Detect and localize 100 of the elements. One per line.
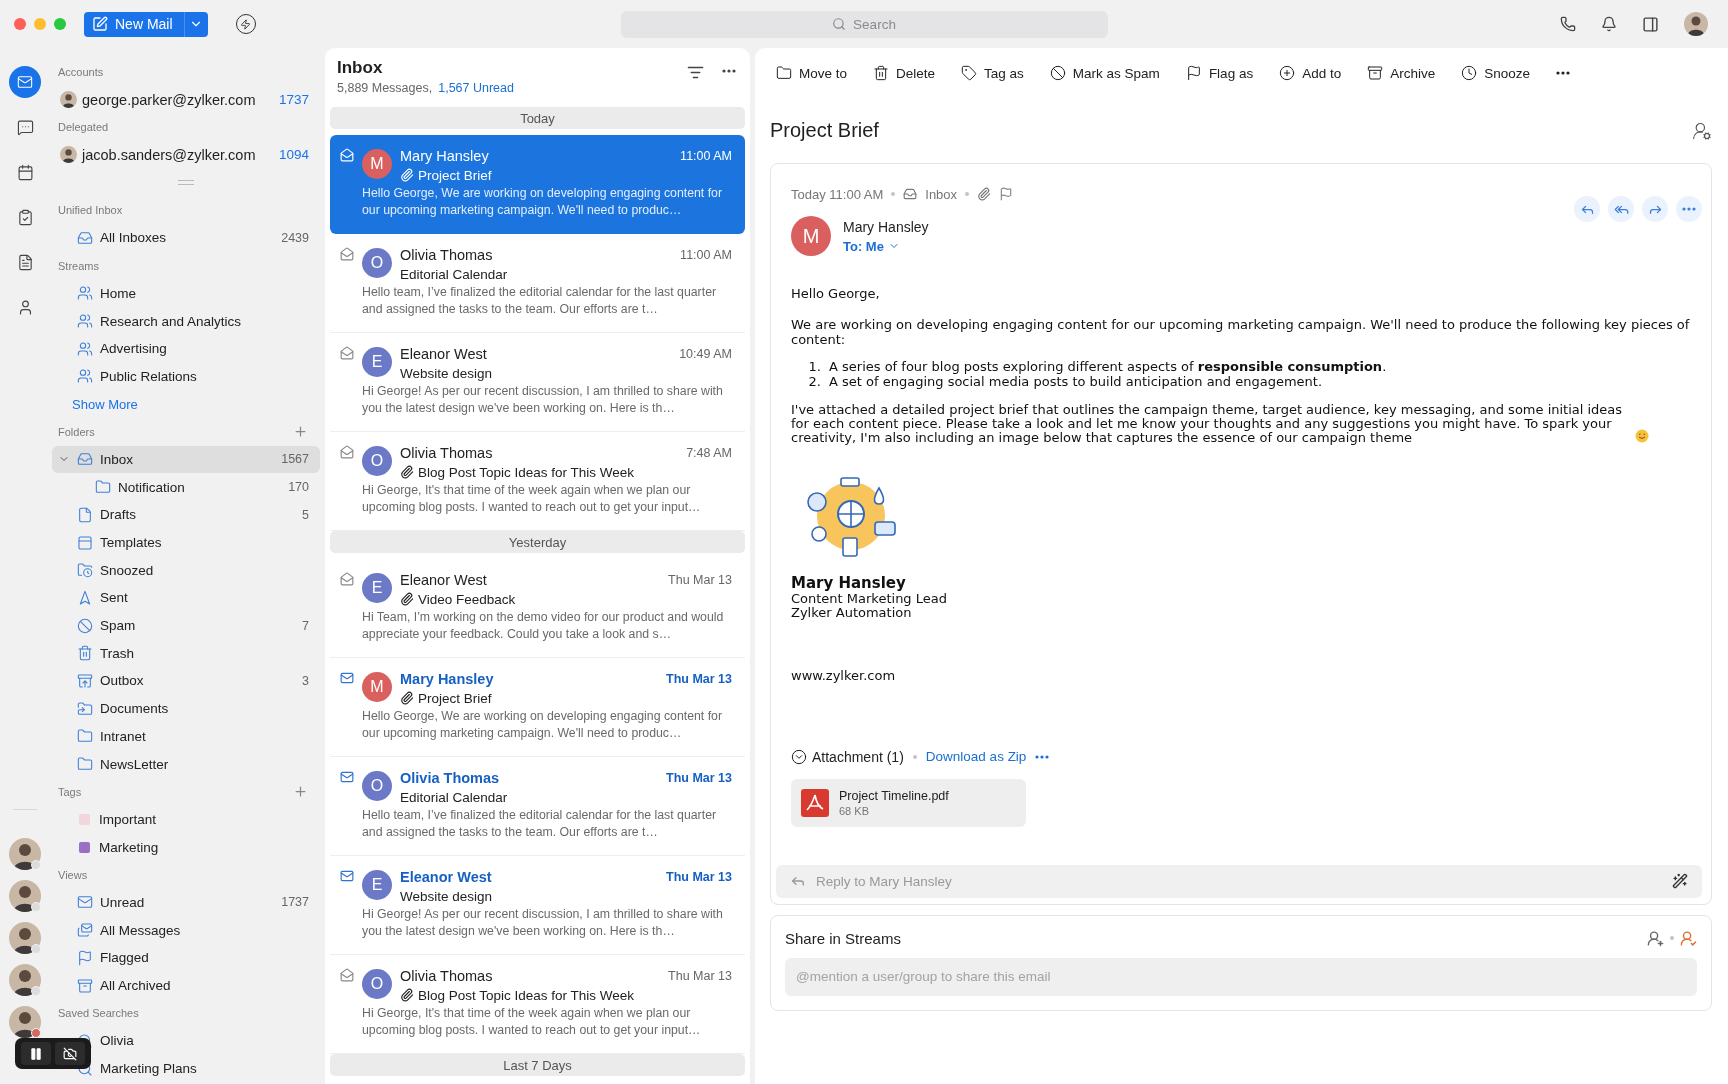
magic-wand-icon[interactable] <box>1672 873 1688 890</box>
reply-all-button[interactable] <box>1608 196 1634 222</box>
clock-icon <box>1461 65 1478 81</box>
nav-item[interactable]: Advertising <box>52 334 320 363</box>
camera-off-button[interactable] <box>55 1042 85 1065</box>
nav-item[interactable]: Sent <box>52 584 320 612</box>
more-button[interactable] <box>1556 71 1570 75</box>
toolbar-button[interactable]: Delete <box>873 65 936 81</box>
item-count: 3 <box>302 673 309 688</box>
side-panel-icon[interactable] <box>1642 15 1659 33</box>
close-window-button[interactable] <box>14 18 26 30</box>
section-heading: Delegated <box>57 121 110 134</box>
nav-item[interactable]: Drafts 5 <box>52 501 320 529</box>
nav-item[interactable]: NewsLetter <box>52 750 320 778</box>
item-count: 1567 <box>281 452 309 467</box>
avatar[interactable] <box>9 838 41 870</box>
section-heading: Unified Inbox <box>57 204 124 217</box>
list-number: 2. <box>807 374 821 390</box>
toolbar-button[interactable]: Archive <box>1367 65 1436 81</box>
nav-item[interactable]: Important <box>52 805 320 834</box>
toolbar-button[interactable]: Move to <box>776 65 848 81</box>
filter-icon <box>687 64 704 81</box>
toolbar-button[interactable]: Snooze <box>1461 65 1530 81</box>
add-button[interactable] <box>293 424 308 440</box>
avatar[interactable] <box>1684 12 1708 36</box>
new-mail-button[interactable]: New Mail <box>84 11 184 37</box>
message-preview: Hello George, We are working on developing engaging content for our upcoming marketing campaign. We'll need to produc… <box>362 185 724 219</box>
item-count: 170 <box>288 480 309 495</box>
item-count: 5 <box>302 507 309 522</box>
list-number: 1. <box>807 359 821 375</box>
unread-link[interactable]: 1,567 Unread <box>438 81 514 95</box>
nav-item[interactable]: Snoozed <box>52 556 320 585</box>
add-button[interactable] <box>293 784 308 800</box>
attachment-card[interactable]: Project Timeline.pdf 68 KB <box>791 778 1026 827</box>
nav-item[interactable]: Unread 1737 <box>52 888 320 917</box>
mention-field[interactable]: @mention a user/group to share this email <box>785 957 1697 996</box>
phone-icon[interactable] <box>1560 16 1576 32</box>
message-subject: Project Brief <box>418 167 492 183</box>
pause-button[interactable] <box>21 1042 51 1065</box>
user-check-icon[interactable] <box>1680 929 1697 947</box>
signature-title: Content Marketing Lead <box>791 592 948 606</box>
nav-item[interactable]: All Inboxes 2439 <box>52 224 320 252</box>
sender-name: Mary Hansley <box>400 147 489 164</box>
paragraph: I've attached a detailed project brief that outlines the campaign theme, target audience, key messaging, and some initial ideas for each content piece. Please take a look and let me know your thoughts and any suggestions you might have. To spark your creativity, I'm also including an image below that captures the essence of our campaign theme <box>791 403 1624 445</box>
flag-icon[interactable] <box>999 187 1014 201</box>
drag-handle-icon[interactable] <box>178 180 194 186</box>
nav-item[interactable]: Intranet <box>52 722 320 751</box>
avatar[interactable] <box>9 922 41 954</box>
nav-item[interactable]: Notification 170 <box>52 473 320 501</box>
nav-item[interactable]: Templates <box>52 528 320 557</box>
message-item[interactable]: M Mary Hansley 11:00 AM Project Brief Hello George, We are working on developing engaging content for our upcoming marketing campaign. We'll need to produc… <box>330 135 745 234</box>
spam-icon <box>77 617 93 634</box>
reply-button[interactable] <box>1574 196 1600 222</box>
reply-placeholder: Reply to Mary Hansley <box>816 873 952 889</box>
bell-icon[interactable] <box>1601 16 1617 32</box>
tag-icon <box>961 65 978 81</box>
file-name: Project Timeline.pdf <box>839 788 949 803</box>
nav-item[interactable]: Marketing <box>52 833 320 861</box>
add-user-icon[interactable] <box>1647 929 1664 947</box>
file-size: 68 KB <box>839 804 870 817</box>
nav-item[interactable]: Flagged <box>52 944 320 972</box>
app-button[interactable] <box>9 66 41 98</box>
avatar[interactable] <box>9 880 41 912</box>
nav-item[interactable]: Public Relations <box>52 362 320 391</box>
nav-item[interactable]: All Archived <box>52 971 320 1000</box>
avatar[interactable] <box>9 1006 41 1038</box>
email-date: Today 11:00 AM <box>791 186 884 202</box>
recipients-button[interactable]: To: Me <box>843 238 900 254</box>
filter-button[interactable] <box>687 64 704 78</box>
attachment-toggle[interactable]: Attachment (1) <box>791 748 904 765</box>
document-icon <box>16 253 34 271</box>
message-time: Thu Mar 13 <box>668 968 732 983</box>
nav-item[interactable]: Trash <box>52 639 320 668</box>
nav-item[interactable]: Research and Analytics <box>52 307 320 335</box>
user-settings-icon[interactable] <box>1692 120 1712 141</box>
list-title: Inbox <box>337 58 384 78</box>
nav-item[interactable]: Spam 7 <box>52 611 320 640</box>
download-zip-link[interactable]: Download as Zip <box>925 749 1027 765</box>
nav-item[interactable]: Home <box>52 279 320 308</box>
account-item[interactable]: george.parker@zylker.com 1737 <box>52 85 320 114</box>
nav-item[interactable]: Outbox 3 <box>52 667 320 695</box>
message-preview: Hello George, We are working on developing engaging content for our upcoming marketing campaign. We'll need to produc… <box>362 708 724 742</box>
message-count: 5,889 Messages, <box>337 81 433 95</box>
toolbar-button[interactable]: Mark as Spam <box>1049 65 1160 81</box>
nav-item[interactable]: Documents <box>52 694 320 723</box>
toolbar-button[interactable]: Add to <box>1279 65 1342 81</box>
nav-item[interactable]: All Messages <box>52 916 320 944</box>
toolbar-button[interactable]: Flag as <box>1185 65 1254 81</box>
folder-label: Inbox <box>925 186 958 202</box>
avatar: E <box>362 870 392 900</box>
avatar[interactable] <box>9 964 41 996</box>
new-mail-options-button[interactable] <box>183 11 208 37</box>
inbox-icon <box>903 187 918 201</box>
message-time: 11:00 AM <box>680 148 732 163</box>
share-title: Share in Streams <box>785 929 901 947</box>
show-more-link[interactable]: Show More <box>52 396 138 412</box>
forward-button[interactable] <box>1642 196 1668 222</box>
toolbar-button[interactable]: Tag as <box>961 65 1024 81</box>
account-item[interactable]: jacob.sanders@zylker.com 1094 <box>52 141 320 169</box>
nav-item[interactable]: Inbox 1567 <box>52 445 320 474</box>
